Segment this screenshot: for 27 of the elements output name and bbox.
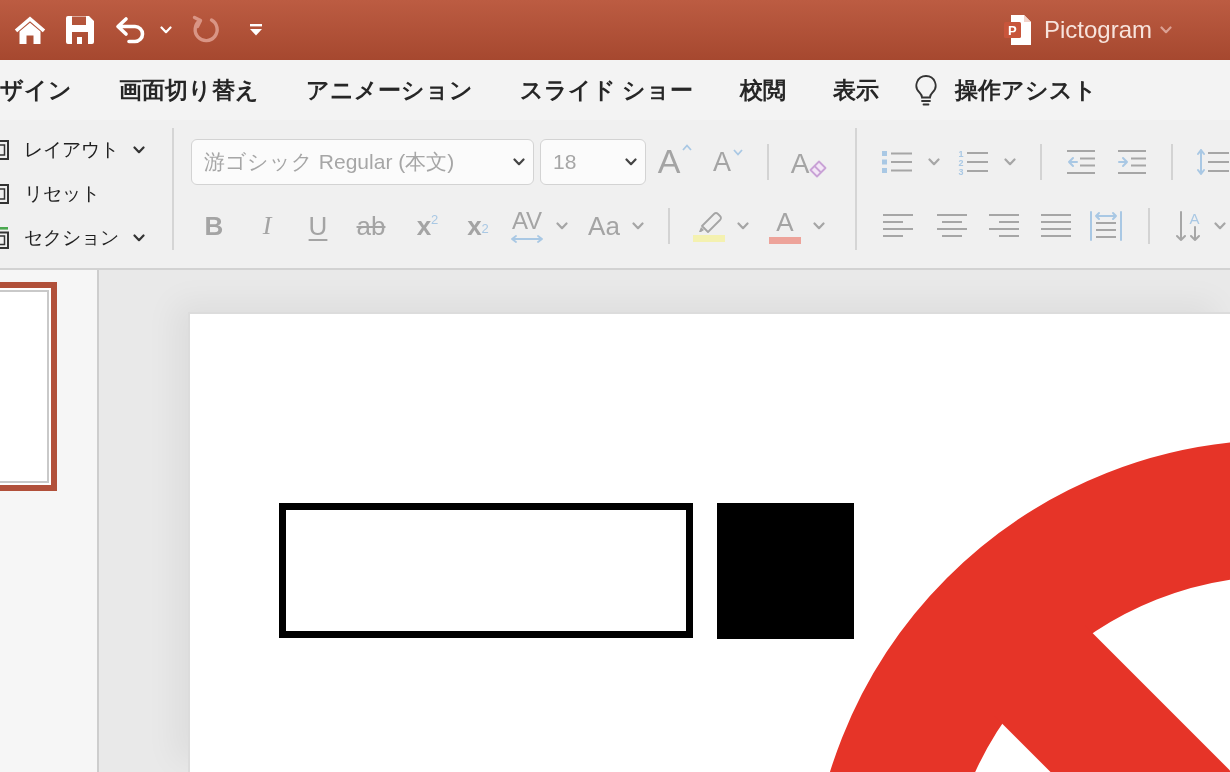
caret-icon: [513, 158, 525, 166]
slide-reset-icon: [0, 183, 10, 205]
caret-icon: [1160, 26, 1172, 34]
layout-button[interactable]: レイアウト: [0, 128, 145, 172]
ribbon-tab[interactable]: 表示: [833, 75, 880, 105]
tell-me-button[interactable]: 操作アシスト: [914, 74, 1098, 106]
lightbulb-icon: [914, 74, 939, 106]
double-arrow-icon: [510, 235, 544, 243]
ribbon-tab[interactable]: 画面切り替え: [119, 75, 259, 105]
section-button[interactable]: セクション: [0, 216, 145, 260]
caret-up-icon: [682, 144, 693, 151]
caret-icon: [625, 158, 637, 166]
toolbar-menu-icon[interactable]: [248, 23, 264, 37]
caret-icon[interactable]: [160, 26, 172, 34]
reset-button[interactable]: リセット: [0, 172, 100, 216]
eraser-icon: [809, 160, 828, 178]
bulleted-list-icon: [882, 150, 914, 174]
ribbon-tab[interactable]: スライド ショー: [520, 75, 694, 105]
slide-section-icon: [0, 227, 10, 249]
ribbon-tab[interactable]: アニメーション: [306, 75, 473, 105]
slide-layout-icon: [0, 139, 10, 161]
ribbon-tab[interactable]: ザイン: [0, 75, 72, 105]
home-icon[interactable]: [14, 15, 46, 45]
caret-down-icon: [733, 149, 743, 156]
document-title-button[interactable]: Pictogram: [1043, 16, 1172, 44]
slide-thumbnail[interactable]: [0, 282, 57, 491]
ribbon-tab[interactable]: 校閲: [740, 75, 787, 105]
